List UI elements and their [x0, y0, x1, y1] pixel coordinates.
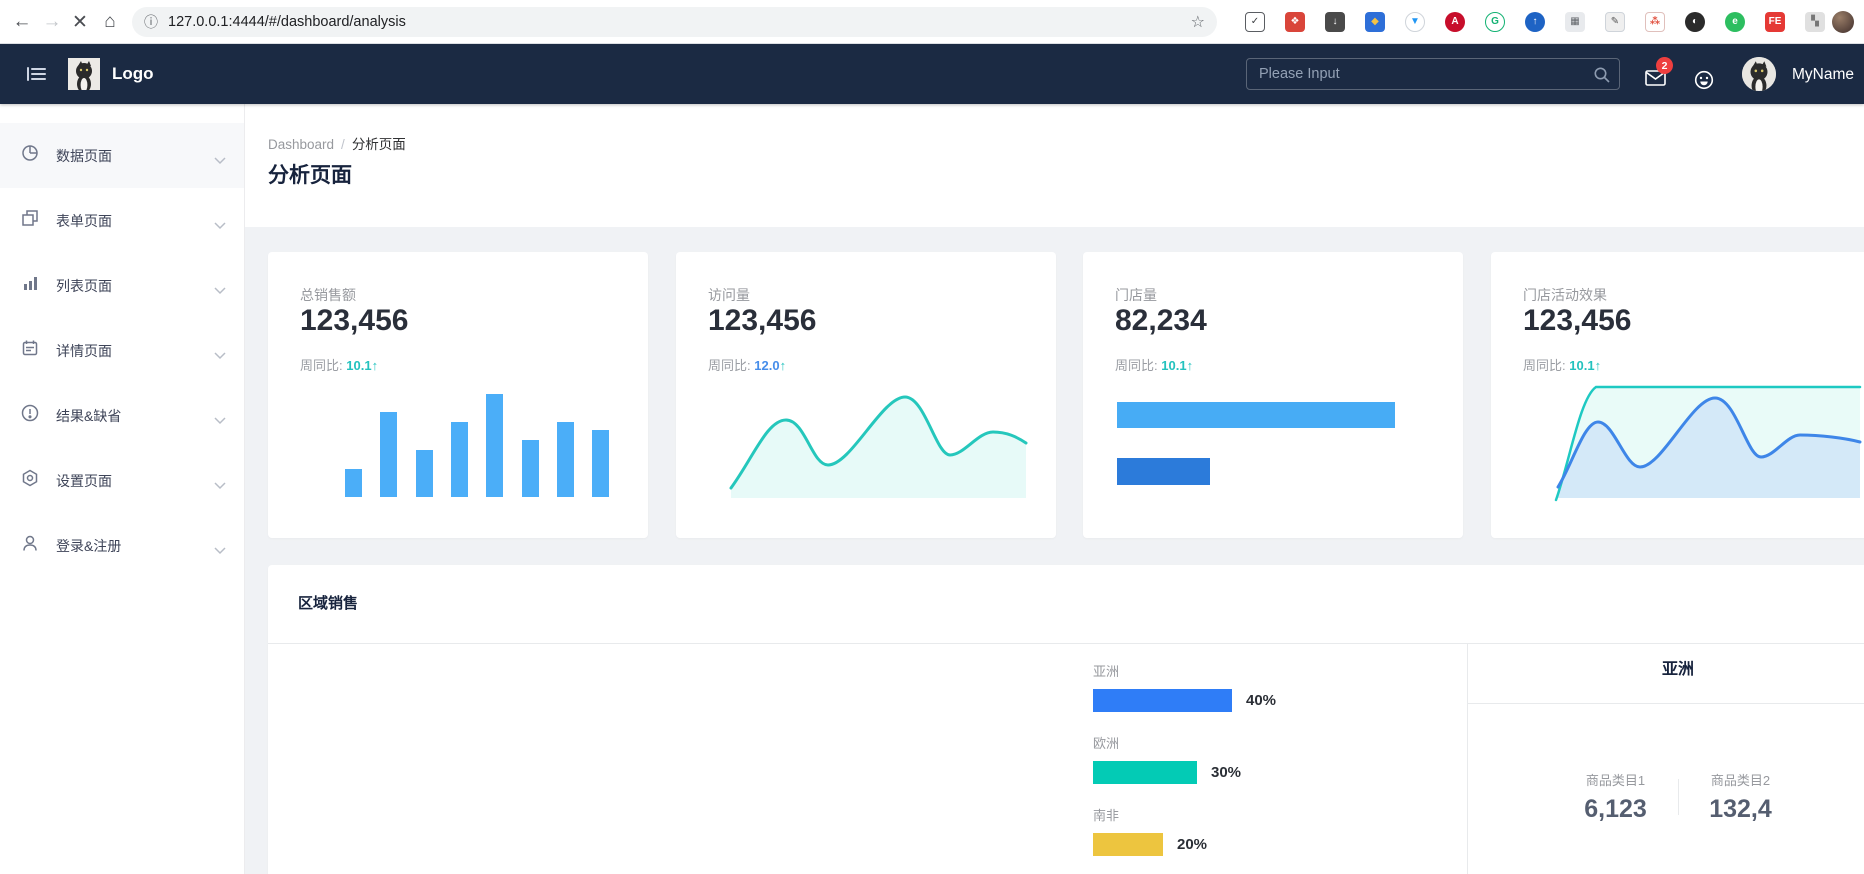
sidebar-item-detail-pages[interactable]: 详情页面 — [0, 318, 244, 383]
username-label[interactable]: MyName — [1792, 66, 1854, 84]
dark-globe-ext-icon[interactable]: ◐ — [1685, 12, 1705, 32]
mini-hbar-bottom — [1117, 458, 1210, 485]
main-content: Dashboard/分析页面 分析页面 总销售额 123,456 周同比: 10… — [245, 104, 1864, 874]
pie-chart-icon — [20, 143, 40, 168]
blue-shield-ext-icon[interactable]: ◆ — [1365, 12, 1385, 32]
detail-stat-category1: 商品类目1 6,123 — [1564, 770, 1668, 824]
chevron-down-icon — [214, 412, 226, 430]
mini-area-chart — [715, 388, 1035, 503]
app-logo-image[interactable] — [68, 58, 100, 90]
bar-chart-icon — [20, 273, 40, 298]
sidebar-item-result-pages[interactable]: 结果&缺省 — [0, 383, 244, 448]
puzzle-ext-icon[interactable]: ▚ — [1805, 12, 1825, 32]
sidebar-item-list-pages[interactable]: 列表页面 — [0, 253, 244, 318]
fe-ext-icon[interactable]: FE — [1765, 12, 1785, 32]
red-grid-ext-icon[interactable]: ❖ — [1285, 12, 1305, 32]
image-ext-icon[interactable]: ▦ — [1565, 12, 1585, 32]
grammarly-ext-icon[interactable]: G — [1485, 12, 1505, 32]
user-avatar[interactable] — [1742, 57, 1776, 91]
download-ext-icon[interactable]: ↓ — [1325, 12, 1345, 32]
legend-item-asia: 亚洲 40% — [1093, 661, 1276, 712]
sidebar-toggle-icon[interactable] — [26, 66, 46, 87]
mini-bar-chart — [340, 392, 620, 502]
stat-card-campaign: 门店活动效果 123,456 周同比: 10.1↑ — [1491, 252, 1864, 538]
region-sales-title: 区域销售 — [298, 592, 358, 613]
chevron-down-icon — [214, 477, 226, 495]
navbar-search — [1246, 58, 1620, 90]
sidebar-item-form-pages[interactable]: 表单页面 — [0, 188, 244, 253]
browser-profile-avatar[interactable] — [1832, 11, 1854, 33]
search-input[interactable] — [1247, 59, 1619, 89]
evernote-ext-icon[interactable]: e — [1725, 12, 1745, 32]
shield-check-ext-icon[interactable]: ✓ — [1245, 12, 1265, 32]
detail-title: 亚洲 — [1468, 655, 1864, 679]
chevron-down-icon — [214, 152, 226, 170]
region-detail-panel: 亚洲 商品类目1 6,123 商品类目2 132,4 — [1468, 644, 1864, 874]
messages-badge: 2 — [1656, 57, 1673, 74]
mini-hbar-top — [1117, 402, 1395, 428]
user-icon — [20, 533, 40, 558]
emoji-icon[interactable] — [1694, 70, 1714, 95]
stat-card-visits: 访问量 123,456 周同比: 12.0↑ — [676, 252, 1056, 538]
app-navbar: Logo 2 MyName — [0, 44, 1864, 104]
sitemap-ext-icon[interactable]: ⁂ — [1645, 12, 1665, 32]
breadcrumb-dashboard[interactable]: Dashboard — [268, 137, 334, 152]
calendar-doc-icon — [20, 338, 40, 363]
detail-stat-category2: 商品类目2 132,4 — [1689, 770, 1793, 824]
page-title: 分析页面 — [268, 159, 352, 189]
gear-icon — [20, 468, 40, 493]
browser-toolbar: ← → ✕ ⌂ ⓘ 127.0.0.1:4444/#/dashboard/ana… — [0, 0, 1864, 44]
chevron-down-icon — [214, 282, 226, 300]
legend-bar-europe — [1093, 761, 1197, 784]
chevron-down-icon — [214, 347, 226, 365]
warning-circle-icon — [20, 403, 40, 428]
sidebar-item-settings-pages[interactable]: 设置页面 — [0, 448, 244, 513]
divider — [1468, 703, 1864, 704]
sidebar: 数据页面 表单页面 列表页面 详情页面 结果&缺省 设置页面 登录&注册 — [0, 104, 245, 874]
legend-item-south-africa: 南非 20% — [1093, 805, 1207, 856]
app-logo-label: Logo — [112, 64, 154, 84]
legend-bar-south-africa — [1093, 833, 1163, 856]
mini-dual-area-chart — [1540, 380, 1862, 505]
abp-ext-icon[interactable]: A — [1445, 12, 1465, 32]
search-icon[interactable] — [1593, 66, 1611, 89]
chevron-down-icon — [214, 542, 226, 560]
stat-card-total-sales: 总销售额 123,456 周同比: 10.1↑ — [268, 252, 648, 538]
divider — [1678, 779, 1679, 815]
pencil-ext-icon[interactable]: ✎ — [1605, 12, 1625, 32]
breadcrumb: Dashboard/分析页面 — [268, 133, 406, 153]
up-arrow-ext-icon[interactable]: ↑ — [1525, 12, 1545, 32]
stat-card-stores: 门店量 82,234 周同比: 10.1↑ — [1083, 252, 1463, 538]
chevron-down-icon — [214, 217, 226, 235]
region-sales-card: 区域销售 亚洲 40% 欧洲 30% 南非 20% 亚洲 商品类目1 6,123 — [268, 565, 1864, 874]
sidebar-item-login-register[interactable]: 登录&注册 — [0, 513, 244, 578]
blue-pin-ext-icon[interactable]: ▼ — [1405, 12, 1425, 32]
sidebar-item-data-pages[interactable]: 数据页面 — [0, 123, 244, 188]
extensions-row: ✓ ❖ ↓ ◆ ▼ AG ↑ ▦ ✎ ⁂ ◐ e FE ▚ — [0, 0, 1864, 44]
legend-item-europe: 欧洲 30% — [1093, 733, 1241, 784]
copy-squares-icon — [20, 208, 40, 233]
breadcrumb-current: 分析页面 — [352, 137, 406, 152]
page-header: Dashboard/分析页面 分析页面 — [245, 104, 1864, 227]
legend-bar-asia — [1093, 689, 1232, 712]
